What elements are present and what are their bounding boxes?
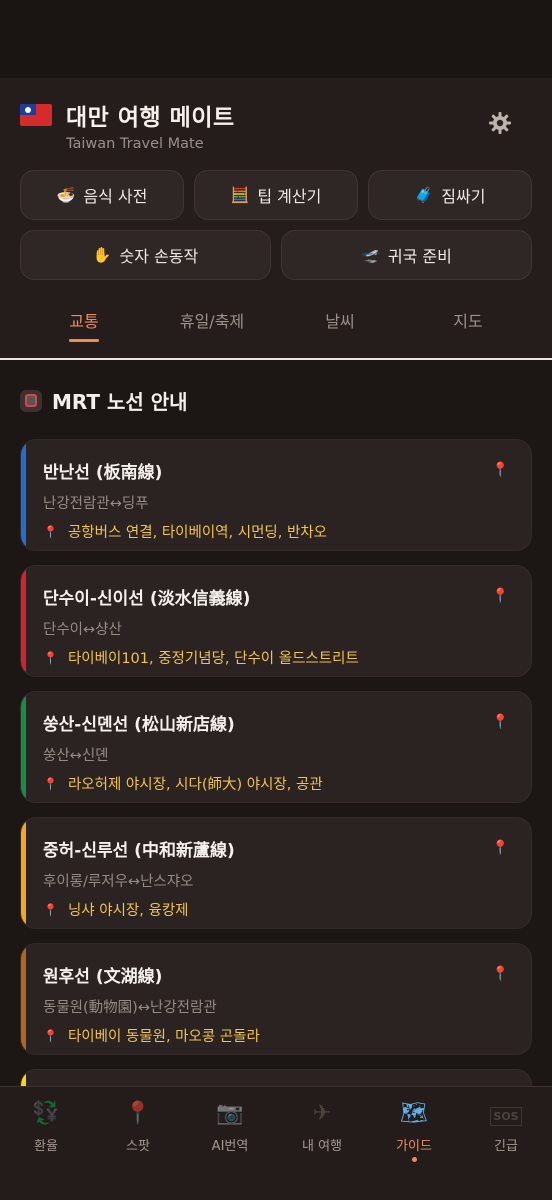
number-gesture-button[interactable]: ✋ 숫자 손동작 xyxy=(20,230,271,280)
mrt-line-card[interactable]: 반난선 (板南線) 난강전람관↔딩푸 📍 공항버스 연결, 타이베이역, 시먼딩, 반… xyxy=(20,439,532,551)
line-route: 단수이↔샹산 xyxy=(43,622,122,638)
line-spots: 📍 공항버스 연결, 타이베이역, 시먼딩, 반차오 xyxy=(43,521,507,542)
line-spots-text: 공항버스 연결, 타이베이역, 시먼딩, 반차오 xyxy=(67,525,327,541)
line-spots: 📍 타이베이101, 중정기념당, 단수이 올드스트리트 xyxy=(43,647,507,668)
mrt-section: MRT 노선 안내 반난선 (板南線) 난강전람관↔딩푸 📍 공항버스 연결, 타이베… xyxy=(0,386,552,1181)
map-pin-icon[interactable]: 📍 xyxy=(492,462,509,478)
nav-label: AI번역 xyxy=(211,1139,249,1154)
pin-icon: 📍 xyxy=(43,776,58,791)
map-pin-icon[interactable]: 📍 xyxy=(492,840,509,856)
tip-calculator-button[interactable]: 🧮 팁 계산기 xyxy=(194,170,358,220)
taiwan-flag-icon xyxy=(20,104,52,126)
map-pin-icon[interactable]: 📍 xyxy=(492,588,509,604)
mrt-line-card[interactable]: 원후선 (文湖線) 동물원(動物園)↔난강전람관 📍 타이베이 동물원, 마오콩 곤돌… xyxy=(20,943,532,1055)
section-title: MRT 노선 안내 xyxy=(52,390,188,414)
line-route: 난강전람관↔딩푸 xyxy=(43,496,149,512)
mrt-line-card[interactable]: 중허-신루선 (中和新蘆線) 후이롱/루저우↔난스쟈오 📍 닝샤 야시장, 융캉제 📍 xyxy=(20,817,532,929)
airplane-departure-icon: 🛫 xyxy=(361,246,380,264)
line-color-bar xyxy=(21,692,26,802)
abacus-icon: 🧮 xyxy=(230,186,250,204)
camera-icon: 📷 xyxy=(216,1101,244,1126)
food-dictionary-label: 음식 사전 xyxy=(83,187,148,206)
map-pin-icon[interactable]: 📍 xyxy=(492,966,509,982)
mrt-line-card[interactable]: 쑹산-신뎬선 (松山新店線) 쑹산↔신뎬 📍 라오허제 야시장, 시다(師大) 야시장… xyxy=(20,691,532,803)
pin-icon: 📍 xyxy=(43,902,58,917)
line-spots-text: 타이베이101, 중정기념당, 단수이 올드스트리트 xyxy=(67,651,359,667)
nav-item-spot[interactable]: 📍 스팟 xyxy=(92,1087,184,1200)
nav-label: 스팟 xyxy=(126,1139,150,1154)
line-name: 반난선 (板南線) xyxy=(43,463,163,483)
line-color-bar xyxy=(21,440,26,550)
mrt-line-card[interactable]: 단수이-신이선 (淡水信義線) 단수이↔샹산 📍 타이베이101, 중정기념당, 단수… xyxy=(20,565,532,677)
line-color-bar xyxy=(21,818,26,928)
app-subtitle: Taiwan Travel Mate xyxy=(66,136,204,152)
metro-icon xyxy=(20,389,42,412)
line-spots: 📍 닝샤 야시장, 융캉제 xyxy=(43,899,507,920)
line-route: 쑹산↔신뎬 xyxy=(43,748,109,764)
pin-icon: 📍 xyxy=(43,650,58,665)
line-name: 쑹산-신뎬선 (松山新店線) xyxy=(43,715,235,735)
line-spots-text: 닝샤 야시장, 융캉제 xyxy=(67,903,189,919)
nav-item-exchange[interactable]: 💱 환율 xyxy=(0,1087,92,1200)
line-color-bar xyxy=(21,944,26,1054)
tab-holidays[interactable]: 휴일/축제 xyxy=(148,294,276,342)
nav-label: 긴급 xyxy=(494,1139,518,1154)
number-gesture-label: 숫자 손동작 xyxy=(119,247,199,266)
line-route: 후이롱/루저우↔난스쟈오 xyxy=(43,874,194,890)
nav-item-camera[interactable]: 📷 AI번역 xyxy=(184,1087,276,1200)
sos-icon: SOS xyxy=(460,1101,552,1129)
active-indicator xyxy=(411,1157,417,1162)
app-header: 대만 여행 메이트 Taiwan Travel Mate 🍜 음식 사전 🧮 팁… xyxy=(0,78,552,358)
line-name: 원후선 (文湖線) xyxy=(43,967,163,987)
tabs-divider xyxy=(0,358,552,360)
line-color-bar xyxy=(21,566,26,676)
line-spots: 📍 타이베이 동물원, 마오콩 곤돌라 xyxy=(43,1025,507,1046)
nav-label: 환율 xyxy=(34,1139,58,1154)
nav-item-sos[interactable]: SOS 긴급 xyxy=(460,1087,552,1200)
nav-item-map[interactable]: 🗺 가이드 xyxy=(368,1087,460,1200)
gear-icon[interactable] xyxy=(488,111,512,135)
hand-icon: ✋ xyxy=(92,246,112,264)
food-dictionary-button[interactable]: 🍜 음식 사전 xyxy=(20,170,184,220)
packing-label: 짐싸기 xyxy=(441,187,486,206)
status-bar-area xyxy=(0,0,552,78)
return-prep-button[interactable]: 🛫 귀국 준비 xyxy=(281,230,532,280)
nav-label: 내 여행 xyxy=(301,1139,342,1154)
return-prep-label: 귀국 준비 xyxy=(387,247,452,266)
guide-tabs: 교통 휴일/축제 날씨 지도 xyxy=(20,294,532,342)
tab-map[interactable]: 지도 xyxy=(404,294,532,342)
nav-item-plane[interactable]: ✈ 내 여행 xyxy=(276,1087,368,1200)
plane-icon: ✈ xyxy=(312,1101,332,1126)
line-name: 중허-신루선 (中和新蘆線) xyxy=(43,841,235,861)
tab-transport[interactable]: 교통 xyxy=(20,294,148,342)
pin-icon: 📍 xyxy=(43,524,58,539)
line-name: 단수이-신이선 (淡水信義線) xyxy=(43,589,251,609)
bottom-navigation: 💱 환율 📍 스팟 📷 AI번역 ✈ 내 여행 🗺 가이드 SOS 긴급 xyxy=(0,1086,552,1200)
tip-calculator-label: 팁 계산기 xyxy=(257,187,322,206)
exchange-icon: 💱 xyxy=(32,1101,60,1126)
noodle-bowl-icon: 🍜 xyxy=(56,186,76,204)
luggage-icon: 🧳 xyxy=(414,186,434,204)
map-pin-icon[interactable]: 📍 xyxy=(492,714,509,730)
packing-button[interactable]: 🧳 짐싸기 xyxy=(368,170,532,220)
app-title: 대만 여행 메이트 xyxy=(66,105,235,131)
spot-icon: 📍 xyxy=(124,1101,152,1126)
line-spots: 📍 라오허제 야시장, 시다(師大) 야시장, 공관 xyxy=(43,773,507,794)
line-route: 동물원(動物園)↔난강전람관 xyxy=(43,1000,217,1016)
line-spots-text: 타이베이 동물원, 마오콩 곤돌라 xyxy=(67,1029,260,1045)
map-icon: 🗺 xyxy=(400,1101,428,1126)
line-spots-text: 라오허제 야시장, 시다(師大) 야시장, 공관 xyxy=(67,777,323,793)
nav-label: 가이드 xyxy=(396,1139,432,1154)
pin-icon: 📍 xyxy=(43,1028,58,1043)
tab-weather[interactable]: 날씨 xyxy=(276,294,404,342)
